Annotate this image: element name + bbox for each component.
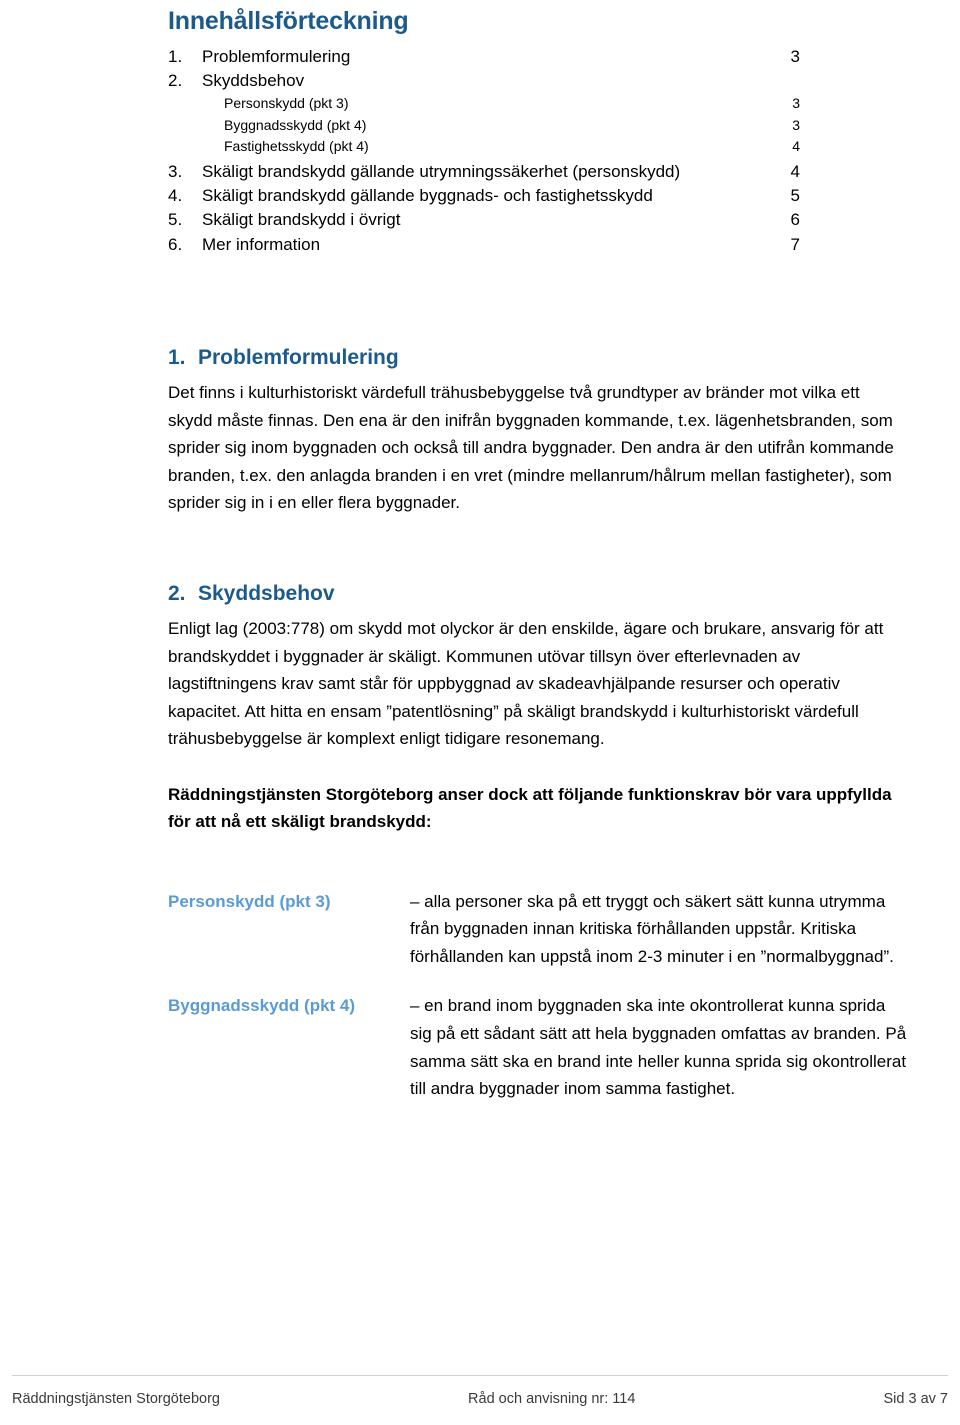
funktionskrav-list: Personskydd (pkt 3) – alla personer ska … [168, 888, 908, 1103]
toc-entry[interactable]: 1. Problemformulering 3 [168, 45, 800, 69]
toc-entry-label: Skäligt brandskydd gällande utrymningssä… [202, 162, 681, 182]
page-footer: Räddningstjänsten Storgöteborg Råd och a… [12, 1391, 948, 1407]
table-of-contents: Innehållsförteckning 1. Problemformuleri… [168, 7, 800, 257]
section-heading-problemformulering: 1. Problemformulering [168, 345, 908, 371]
toc-entry-page: 4 [792, 138, 800, 155]
toc-entry-page: 3 [792, 116, 800, 133]
toc-entry-number: 1. [168, 46, 183, 66]
list-item: Byggnadsskydd (pkt 4) – en brand inom by… [168, 992, 908, 1102]
toc-entry[interactable]: 2. Skyddsbehov [168, 69, 800, 93]
document-page: Innehållsförteckning 1. Problemformuleri… [0, 0, 960, 1425]
toc-entry[interactable]: Fastighetsskydd (pkt 4) 4 [168, 136, 800, 158]
list-item: Personskydd (pkt 3) – alla personer ska … [168, 888, 908, 971]
toc-entry-number: 6. [168, 234, 183, 254]
toc-entry-number: 2. [168, 70, 183, 90]
toc-title: Innehållsförteckning [168, 7, 409, 35]
toc-entry[interactable]: 6. Mer information 7 [168, 233, 800, 257]
section-heading-skyddsbehov: 2. Skyddsbehov [168, 581, 908, 607]
toc-entry-label: Personskydd (pkt 3) [224, 94, 349, 111]
toc-entry-label: Fastighetsskydd (pkt 4) [224, 138, 369, 155]
footer-document-number: Råd och anvisning nr: 114 [468, 1391, 636, 1407]
section-number: 2. [168, 581, 186, 605]
footer-page-number: Sid 3 av 7 [883, 1391, 949, 1407]
section-title: Skyddsbehov [198, 581, 335, 605]
toc-entry-label: Skäligt brandskydd i övrigt [202, 210, 401, 230]
toc-entry-page: 7 [790, 234, 800, 254]
definition-text-byggnadsskydd: – en brand inom byggnaden ska inte okont… [410, 996, 907, 1099]
toc-entry-number: 5. [168, 210, 183, 230]
definition-text-personskydd: – alla personer ska på ett tryggt och sä… [410, 891, 894, 966]
section-number: 1. [168, 346, 186, 369]
toc-entry-label: Problemformulering [202, 46, 351, 66]
document-body: 1. Problemformulering Det finns i kulturh… [168, 345, 908, 1125]
paragraph-skyddsbehov-1: Enligt lag (2003:778) om skydd mot olyck… [168, 619, 884, 749]
toc-entry-page: 4 [790, 162, 800, 182]
toc-entry-label: Skäligt brandskydd gällande byggnads- oc… [202, 186, 653, 206]
paragraph-skyddsbehov-2: Räddningstjänsten Storgöteborg anser doc… [168, 784, 892, 832]
footer-divider [12, 1375, 948, 1376]
toc-entry-page: 6 [790, 210, 800, 230]
section-title: Problemformulering [198, 346, 399, 369]
toc-entry[interactable]: Byggnadsskydd (pkt 4) 3 [168, 115, 800, 137]
toc-entry-label: Skyddsbehov [202, 70, 305, 90]
toc-entry[interactable]: 3. Skäligt brandskydd gällande utrymning… [168, 160, 800, 184]
paragraph-problemformulering: Det finns i kulturhistoriskt värdefull t… [168, 383, 894, 513]
toc-entry-label: Mer information [202, 234, 321, 254]
toc-entry[interactable]: Personskydd (pkt 3) 3 [168, 93, 800, 115]
toc-entry-label: Byggnadsskydd (pkt 4) [224, 116, 367, 133]
toc-entry[interactable]: 4. Skäligt brandskydd gällande byggnads-… [168, 184, 800, 208]
definition-term-byggnadsskydd: Byggnadsskydd (pkt 4) [168, 996, 356, 1016]
toc-entry-number: 4. [168, 186, 183, 206]
toc-entry-page: 5 [790, 186, 800, 206]
toc-entry[interactable]: 5. Skäligt brandskydd i övrigt 6 [168, 208, 800, 232]
toc-entry-page: 3 [790, 46, 800, 66]
toc-entry-number: 3. [168, 162, 183, 182]
footer-organization: Räddningstjänsten Storgöteborg [12, 1391, 220, 1407]
toc-entry-page: 3 [792, 94, 800, 111]
definition-term-personskydd: Personskydd (pkt 3) [168, 891, 331, 911]
